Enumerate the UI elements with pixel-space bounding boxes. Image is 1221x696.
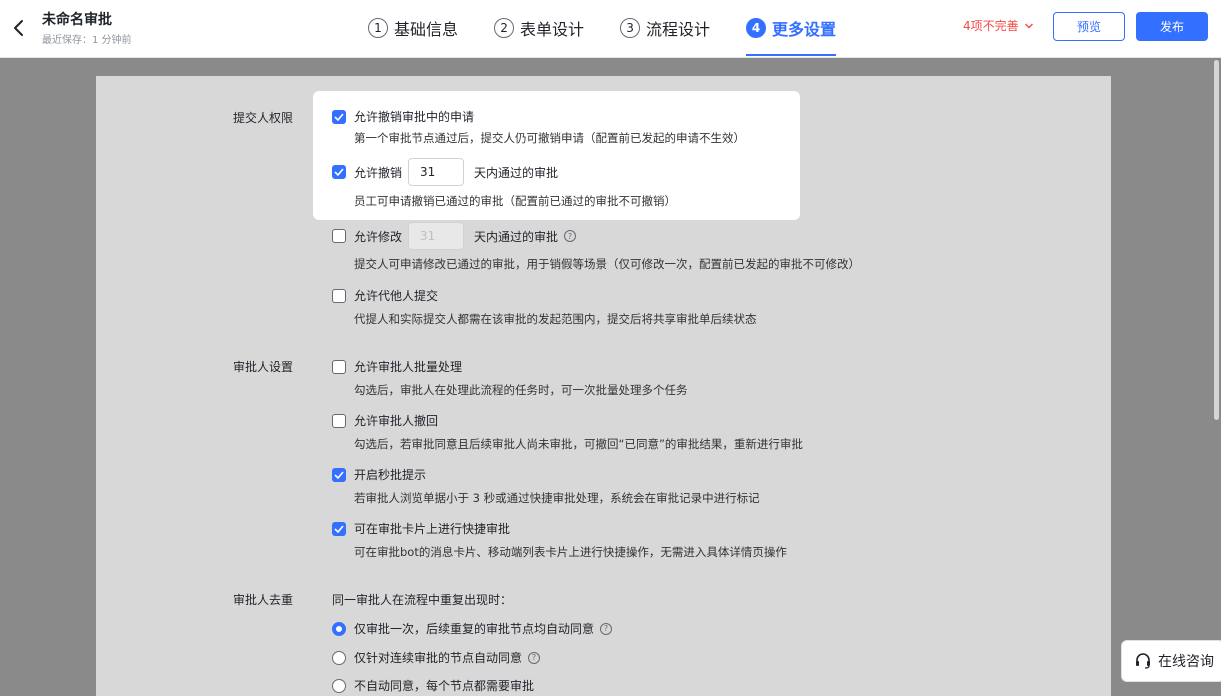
incomplete-dropdown[interactable]: 4项不完善 — [963, 17, 1034, 34]
scrollbar-thumb[interactable] — [1214, 60, 1219, 420]
checkbox-checked-icon[interactable] — [332, 109, 346, 124]
tab-form-design[interactable]: 2 表单设计 — [494, 0, 584, 56]
revoke-days-input[interactable]: 31 — [408, 158, 465, 186]
tab-more-settings[interactable]: 4 更多设置 — [746, 0, 837, 56]
option-description: 员工可申请撤销已通过的审批（配置前已通过的审批不可撤销） — [354, 194, 676, 208]
radio-icon[interactable] — [332, 678, 346, 693]
option-revoke-approved[interactable]: 允许撤销 31 天内通过的审批 — [332, 158, 558, 186]
option-label: 仅审批一次，后续重复的审批节点均自动同意 — [354, 622, 595, 636]
tab-process-design[interactable]: 3 流程设计 — [620, 0, 710, 56]
checkbox-icon[interactable] — [332, 359, 346, 374]
option-label: 允许审批人撤回 — [354, 414, 439, 428]
step-label: 基础信息 — [394, 20, 459, 39]
option-description: 可在审批bot的消息卡片、移动端列表卡片上进行快捷操作，无需进入具体详情页操作 — [354, 545, 787, 559]
preview-button[interactable]: 预览 — [1053, 12, 1125, 41]
option-description: 勾选后，审批人在处理此流程的任务时，可一次批量处理多个任务 — [354, 383, 688, 397]
option-label: 仅针对连续审批的节点自动同意 — [354, 651, 523, 665]
radio-icon[interactable] — [332, 650, 346, 665]
option-label: 开启秒批提示 — [354, 468, 427, 482]
option-label: 允许审批人批量处理 — [354, 360, 463, 374]
checkbox-icon[interactable] — [332, 413, 346, 428]
option-label-suffix: 天内通过的审批 — [474, 229, 559, 244]
option-description: 勾选后，若审批同意且后续审批人尚未审批，可撤回“已同意”的审批结果，重新进行审批 — [354, 437, 803, 451]
option-modify-approved[interactable]: 允许修改 31 天内通过的审批 ? — [332, 222, 577, 250]
option-description: 第一个审批节点通过后，提交人仍可撤销申请（配置前已发起的申请不生效） — [354, 131, 745, 145]
checkbox-checked-icon[interactable] — [332, 165, 346, 179]
step-number: 2 — [494, 18, 515, 38]
step-label: 更多设置 — [772, 20, 837, 39]
incomplete-label: 4项不完善 — [963, 19, 1019, 33]
option-label: 不自动同意，每个节点都需要审批 — [354, 679, 535, 693]
dedupe-option-none[interactable]: 不自动同意，每个节点都需要审批 — [332, 677, 534, 694]
help-icon[interactable]: ? — [600, 622, 613, 635]
step-label: 流程设计 — [646, 20, 711, 39]
publish-button[interactable]: 发布 — [1136, 12, 1208, 41]
option-withdraw[interactable]: 允许审批人撤回 — [332, 412, 438, 429]
option-label: 允许代他人提交 — [354, 289, 439, 303]
option-label: 允许撤销 — [354, 165, 403, 180]
step-label: 表单设计 — [520, 20, 585, 39]
option-description: 提交人可申请修改已通过的审批，用于销假等场景（仅可修改一次，配置前已发起的审批不… — [354, 257, 860, 271]
checkbox-checked-icon[interactable] — [332, 521, 346, 536]
tab-basic-info[interactable]: 1 基础信息 — [368, 0, 458, 56]
save-status: 最近保存：1 分钟前 — [42, 35, 132, 46]
top-bar: 未命名审批 最近保存：1 分钟前 1 基础信息 2 表单设计 3 流程设计 4 … — [0, 0, 1221, 58]
online-consult-button[interactable]: 在线咨询 — [1121, 640, 1221, 682]
page-title: 未命名审批 — [42, 12, 112, 28]
option-label: 可在审批卡片上进行快捷审批 — [354, 522, 511, 536]
step-number: 4 — [746, 18, 767, 38]
help-icon[interactable]: ? — [564, 230, 577, 242]
section-label-submitter: 提交人权限 — [233, 111, 294, 125]
dedupe-option-consecutive[interactable]: 仅针对连续审批的节点自动同意 ? — [332, 649, 541, 666]
step-number: 3 — [620, 18, 641, 38]
option-instant[interactable]: 开启秒批提示 — [332, 466, 426, 483]
step-tabs: 1 基础信息 2 表单设计 3 流程设计 4 更多设置 — [368, 0, 872, 58]
option-proxy-submit[interactable]: 允许代他人提交 — [332, 287, 438, 304]
dedupe-intro: 同一审批人在流程中重复出现时： — [332, 593, 513, 607]
dedupe-option-once[interactable]: 仅审批一次，后续重复的审批节点均自动同意 ? — [332, 620, 613, 637]
headset-icon — [1136, 653, 1150, 669]
option-label-suffix: 天内通过的审批 — [474, 165, 559, 180]
checkbox-icon[interactable] — [332, 288, 346, 303]
option-batch[interactable]: 允许审批人批量处理 — [332, 358, 462, 375]
option-label: 允许撤销审批中的申请 — [354, 110, 475, 124]
section-label-approver: 审批人设置 — [233, 360, 294, 374]
option-label: 允许修改 — [354, 229, 403, 244]
radio-selected-icon[interactable] — [332, 621, 346, 636]
back-arrow-icon[interactable] — [12, 16, 26, 40]
option-quick-card[interactable]: 可在审批卡片上进行快捷审批 — [332, 520, 510, 537]
option-revoke-pending[interactable]: 允许撤销审批中的申请 — [332, 108, 474, 125]
option-description: 代提人和实际提交人都需在该审批的发起范围内，提交后将共享审批单后续状态 — [354, 312, 757, 326]
option-description: 若审批人浏览单据小于 3 秒或通过快捷审批处理，系统会在审批记录中进行标记 — [354, 491, 760, 505]
checkbox-icon[interactable] — [332, 229, 346, 243]
modify-days-input[interactable]: 31 — [408, 222, 465, 250]
consult-label: 在线咨询 — [1158, 654, 1214, 670]
chevron-down-icon — [1024, 23, 1033, 28]
checkbox-checked-icon[interactable] — [332, 467, 346, 482]
help-icon[interactable]: ? — [528, 651, 541, 664]
step-number: 1 — [368, 18, 388, 38]
section-label-dedupe: 审批人去重 — [233, 593, 294, 607]
